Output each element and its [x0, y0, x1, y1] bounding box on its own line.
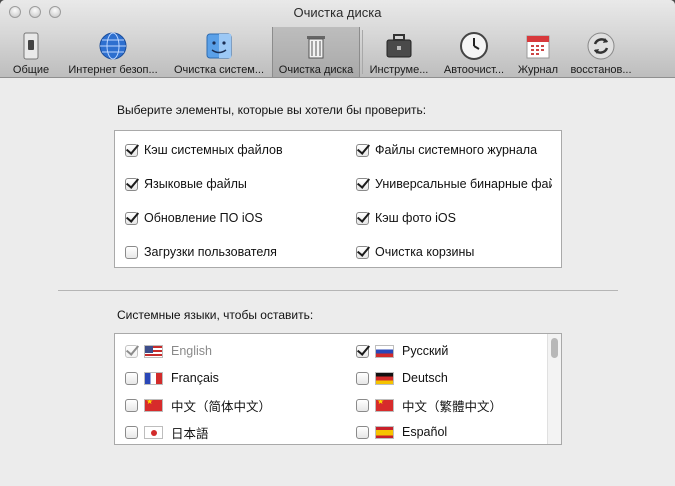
check-empty-trash[interactable]: Очистка корзины [356, 243, 474, 261]
france-flag-icon [144, 371, 163, 385]
checkbox[interactable] [356, 398, 369, 412]
checkbox-label: Очистка корзины [375, 245, 475, 259]
lang-chinese-simplified[interactable]: 中文（简体中文） [125, 396, 271, 414]
items-section-label: Выберите элементы, которые вы хотели бы … [117, 103, 427, 117]
checkbox[interactable] [125, 371, 138, 385]
checkbox[interactable] [356, 177, 369, 191]
finder-icon [206, 33, 232, 59]
checkbox[interactable] [356, 143, 369, 157]
china-flag-icon [375, 398, 394, 412]
clock-icon [460, 32, 488, 60]
restore-icon [587, 32, 615, 60]
check-universal-binaries[interactable]: Универсальные бинарные фай [356, 175, 552, 193]
checkbox[interactable] [125, 177, 138, 191]
lang-label: 中文（简体中文） [171, 399, 272, 414]
toolbar-item-general[interactable]: Общие [4, 27, 58, 77]
checkbox[interactable] [125, 211, 138, 225]
toolbar-item-internet-security[interactable]: Интернет безоп... [58, 27, 168, 77]
toolbar-item-auto-cleanup[interactable]: Автоочист... [436, 27, 512, 77]
languages-list: English Français 中文（简体中文） 日本語 Русский De… [114, 333, 562, 445]
lang-japanese[interactable]: 日本語 [125, 423, 209, 441]
lang-label: 日本語 [171, 426, 209, 441]
lang-label: Русский [402, 344, 449, 358]
languages-section-label: Системные языки, чтобы оставить: [117, 308, 314, 322]
check-system-cache[interactable]: Кэш системных файлов [125, 141, 283, 159]
checkbox[interactable] [125, 245, 138, 259]
lang-label: Français [171, 371, 219, 385]
toolbar-item-system-cleanup[interactable]: Очистка систем... [168, 27, 270, 77]
checkbox-label: Обновление ПО iOS [144, 211, 263, 225]
lang-label: 中文（繁體中文） [402, 399, 503, 414]
russia-flag-icon [375, 344, 394, 358]
checkbox[interactable] [356, 211, 369, 225]
calendar-icon [526, 35, 550, 59]
lang-french[interactable]: Français [125, 369, 219, 387]
toolbar-item-tools[interactable]: Инструме... [364, 27, 434, 77]
checkbox[interactable] [125, 143, 138, 157]
checkbox[interactable] [356, 371, 369, 385]
germany-flag-icon [375, 371, 394, 385]
check-user-downloads[interactable]: Загрузки пользователя [125, 243, 277, 261]
checkbox-label: Кэш системных файлов [144, 143, 283, 157]
japan-flag-icon [144, 425, 163, 439]
window-title: Очистка диска [293, 5, 382, 20]
checkbox[interactable] [125, 425, 138, 439]
switch-icon [23, 32, 39, 60]
spain-flag-icon [375, 425, 394, 439]
languages-scrollbar[interactable] [547, 334, 561, 444]
lang-chinese-traditional[interactable]: 中文（繁體中文） [356, 396, 502, 414]
checkbox[interactable] [356, 344, 369, 358]
lang-russian[interactable]: Русский [356, 342, 448, 360]
lang-english[interactable]: English [125, 342, 212, 360]
lang-german[interactable]: Deutsch [356, 369, 448, 387]
toolbar-item-disk-cleanup[interactable]: Очистка диска [272, 27, 360, 77]
check-ios-photo-cache[interactable]: Кэш фото iOS [356, 209, 456, 227]
toolbox-icon [386, 34, 412, 58]
checkbox-label: Кэш фото iOS [375, 211, 456, 225]
toolbar-item-restore[interactable]: восстанов... [564, 27, 638, 77]
items-checklist: Кэш системных файлов Языковые файлы Обно… [114, 130, 562, 268]
lang-label: Deutsch [402, 371, 448, 385]
section-divider [58, 290, 618, 291]
check-ios-updates[interactable]: Обновление ПО iOS [125, 209, 263, 227]
toolbar: Очистка диска Общие Интернет безоп... Оч… [0, 0, 675, 78]
checkbox-label: Загрузки пользователя [144, 245, 277, 259]
checkbox-label: Универсальные бинарные фай [375, 177, 552, 191]
lang-label: English [171, 344, 212, 358]
lang-spanish[interactable]: Español [356, 423, 447, 441]
china-flag-icon [144, 398, 163, 412]
checkbox[interactable] [356, 425, 369, 439]
checkbox-label: Языковые файлы [144, 177, 247, 191]
toolbar-item-journal[interactable]: Журнал [514, 27, 562, 77]
checkbox[interactable] [125, 398, 138, 412]
checkbox-label: Файлы системного журнала [375, 143, 538, 157]
checkbox[interactable] [356, 245, 369, 259]
checkbox[interactable] [125, 344, 138, 358]
check-system-logs[interactable]: Файлы системного журнала [356, 141, 552, 159]
lang-label: Español [402, 425, 448, 439]
globe-icon [99, 32, 127, 60]
scrollbar-thumb[interactable] [551, 338, 558, 358]
disk-cleaner-window: Очистка диска Общие Интернет безоп... Оч… [0, 0, 675, 486]
trash-icon [307, 36, 325, 59]
check-language-files[interactable]: Языковые файлы [125, 175, 247, 193]
toolbar-separator [362, 30, 363, 74]
us-flag-icon [144, 344, 163, 358]
